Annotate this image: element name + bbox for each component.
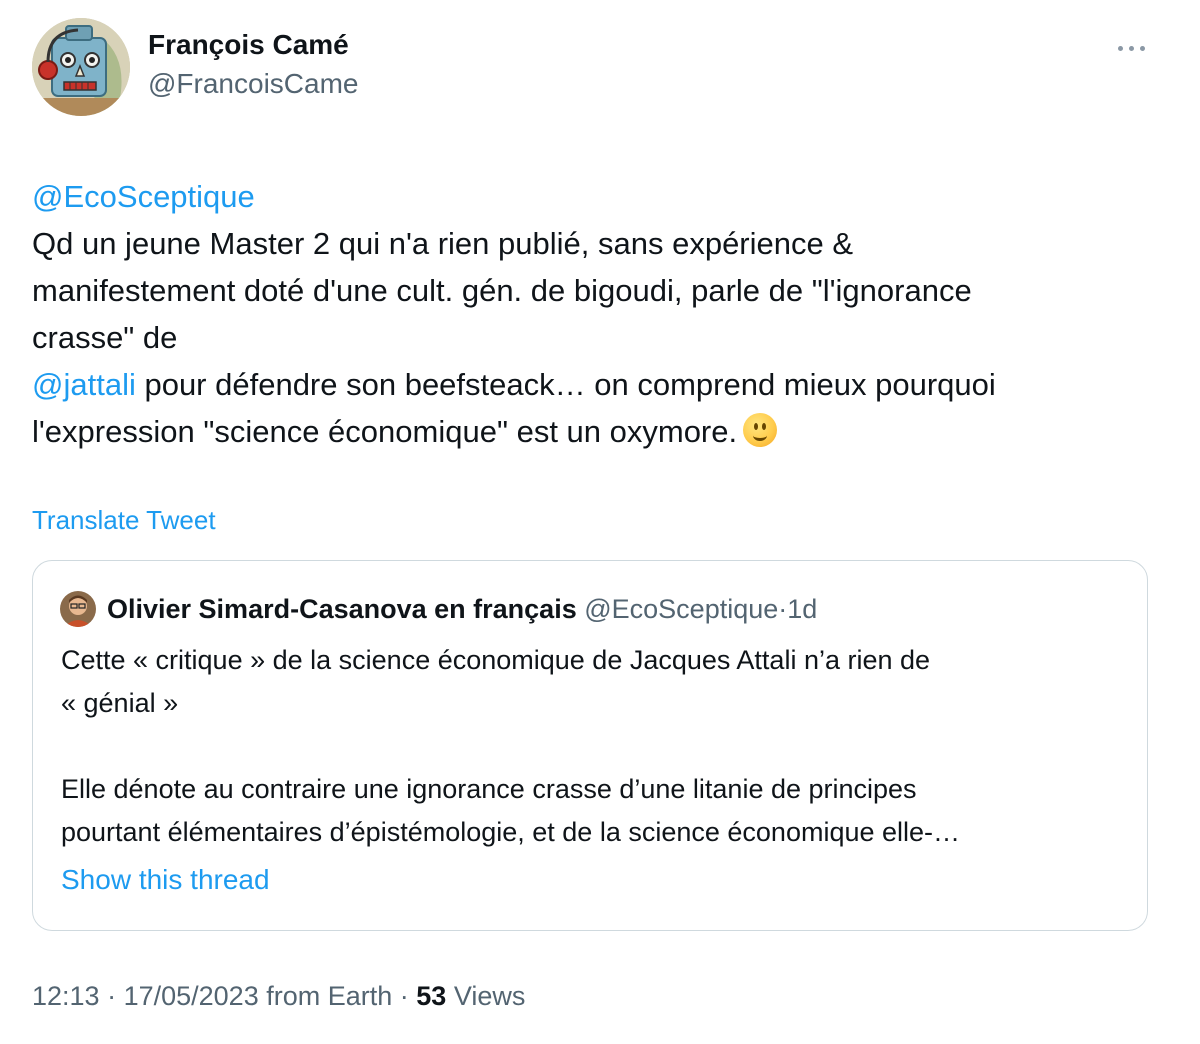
views-count: 53 [416, 981, 447, 1011]
robot-avatar-icon[interactable] [32, 18, 130, 116]
quote-separator: · [778, 594, 788, 624]
tweet-metadata: 12:13 · 17/05/2023 from Earth · 53 Views [32, 981, 525, 1012]
quote-author-handle: @EcoSceptique [584, 594, 779, 624]
mention-jattali[interactable]: @jattali [32, 367, 136, 402]
quoted-tweet-card[interactable]: Olivier Simard-Casanova en français @Eco… [32, 560, 1148, 931]
quote-line: « génial » [61, 688, 179, 718]
show-thread-link[interactable]: Show this thread [61, 864, 270, 896]
tweet-date[interactable]: 17/05/2023 [124, 981, 259, 1011]
views-label: Views [446, 981, 526, 1011]
quote-line: Cette « critique » de la science économi… [61, 645, 931, 675]
quote-author-name: Olivier Simard-Casanova en français [107, 594, 577, 624]
tweet-time[interactable]: 12:13 [32, 981, 100, 1011]
slightly-smiling-face-icon [743, 413, 778, 447]
quote-line: pourtant élémentaires d’épistémologie, e… [61, 817, 961, 847]
translate-tweet-link[interactable]: Translate Tweet [32, 505, 216, 536]
tweet-source: from Earth [258, 981, 393, 1011]
tweet-line: crasse" de [32, 320, 178, 355]
tweet: François Camé @FrancoisCame @EcoSceptiqu… [0, 0, 1200, 1044]
author-handle[interactable]: @FrancoisCame [148, 68, 358, 100]
more-dots-icon[interactable] [1114, 40, 1150, 56]
tweet-text: @EcoSceptique Qd un jeune Master 2 qui n… [32, 173, 1152, 455]
tweet-line: Qd un jeune Master 2 qui n'a rien publié… [32, 226, 854, 261]
tweet-line: l'expression "science économique" est un… [32, 414, 738, 449]
separator: · [392, 981, 417, 1011]
separator: · [99, 981, 124, 1011]
tweet-line: pour défendre son beefsteack… on compren… [135, 367, 996, 402]
quote-avatar[interactable] [60, 591, 96, 627]
quote-header: Olivier Simard-Casanova en français @Eco… [107, 592, 817, 626]
author-name[interactable]: François Camé [148, 29, 349, 61]
quote-timestamp: 1d [787, 594, 818, 624]
tweet-line: manifestement doté d'une cult. gén. de b… [32, 273, 972, 308]
mention-ecosceptique[interactable]: @EcoSceptique [32, 179, 255, 214]
quote-line: Elle dénote au contraire une ignorance c… [61, 774, 917, 804]
quote-text: Cette « critique » de la science économi… [61, 639, 1121, 854]
